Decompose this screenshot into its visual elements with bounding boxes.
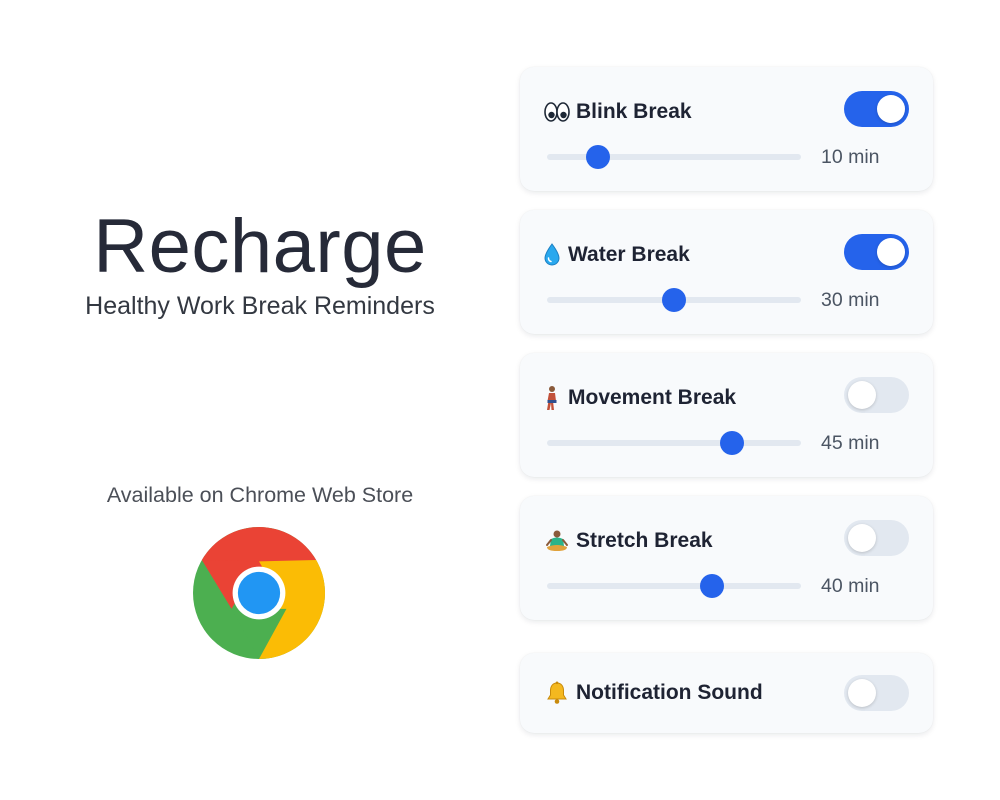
interval-value: 40 min	[821, 575, 880, 597]
card-header: Water Break	[542, 240, 690, 270]
toggle-knob	[848, 381, 876, 409]
break-label: Water Break	[568, 243, 690, 266]
notification-sound-toggle[interactable]	[844, 675, 909, 711]
promo-panel: Recharge Healthy Work Break Reminders Av…	[0, 0, 520, 800]
stretch-break-interval-slider[interactable]	[547, 574, 801, 598]
card-header: Notification Sound	[544, 678, 763, 708]
stretch-break-card: Stretch Break 40 min	[520, 496, 933, 620]
break-label: Movement Break	[568, 386, 737, 409]
water-drop-icon	[542, 242, 562, 268]
blink-break-card: Blink Break 10 min	[520, 67, 933, 191]
stretch-break-toggle[interactable]	[844, 520, 909, 556]
card-header: Movement Break	[542, 383, 736, 413]
movement-break-interval-slider[interactable]	[547, 431, 801, 455]
chrome-logo-icon	[193, 527, 325, 659]
water-break-card: Water Break 30 min	[520, 210, 933, 334]
water-break-interval-slider[interactable]	[547, 288, 801, 312]
walking-person-icon	[542, 385, 562, 411]
toggle-knob	[848, 524, 876, 552]
slider-thumb[interactable]	[662, 288, 686, 312]
water-break-toggle[interactable]	[844, 234, 909, 270]
store-availability-label: Available on Chrome Web Store	[106, 483, 414, 507]
eyes-icon	[544, 99, 570, 125]
break-label: Stretch Break	[576, 529, 713, 552]
card-header: Blink Break	[544, 97, 692, 127]
blink-break-toggle[interactable]	[844, 91, 909, 127]
toggle-knob	[877, 238, 905, 266]
yoga-person-icon	[544, 528, 570, 554]
bell-icon	[544, 680, 570, 706]
toggle-knob	[877, 95, 905, 123]
movement-break-card: Movement Break 45 min	[520, 353, 933, 477]
notification-sound-card: Notification Sound	[520, 653, 933, 733]
blink-break-interval-slider[interactable]	[547, 145, 801, 169]
card-header: Stretch Break	[544, 526, 713, 556]
interval-value: 10 min	[821, 146, 880, 168]
toggle-knob	[848, 679, 876, 707]
movement-break-toggle[interactable]	[844, 377, 909, 413]
slider-thumb[interactable]	[585, 145, 610, 169]
interval-value: 30 min	[821, 289, 880, 311]
break-label: Blink Break	[576, 100, 692, 123]
app-tagline: Healthy Work Break Reminders	[85, 292, 435, 320]
interval-value: 45 min	[821, 432, 880, 454]
setting-label: Notification Sound	[576, 681, 763, 704]
app-title: Recharge	[93, 204, 427, 289]
slider-thumb[interactable]	[719, 431, 744, 455]
slider-thumb[interactable]	[699, 574, 724, 598]
